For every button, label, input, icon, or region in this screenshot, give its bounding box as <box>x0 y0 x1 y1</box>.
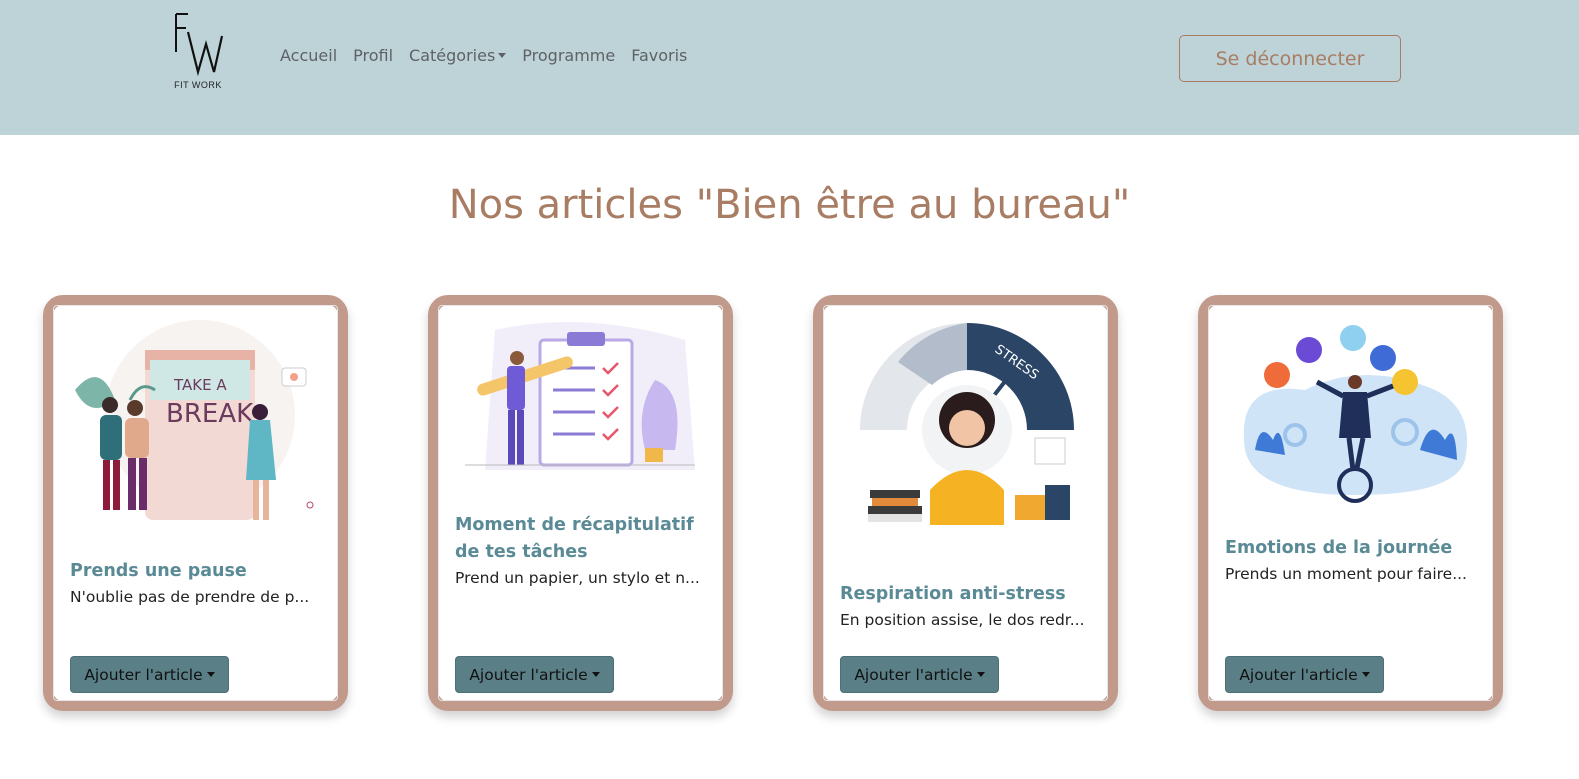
nav-categories-dropdown[interactable]: Catégories <box>409 46 507 65</box>
nav-categories-label: Catégories <box>409 46 496 65</box>
add-article-label: Ajouter l'article <box>84 665 203 684</box>
card-inner: Emotions de la journée Prends un moment … <box>1208 305 1493 701</box>
take-a-break-illustration: TAKE A BREAK <box>70 320 324 530</box>
add-article-button[interactable]: Ajouter l'article <box>70 656 229 693</box>
card-text: En position assise, le dos redr... <box>840 611 1085 629</box>
card-inner: Moment de récapitulatif de tes tâches Pr… <box>438 305 723 701</box>
card-body: Respiration anti-stress En position assi… <box>840 581 1098 632</box>
nav-favoris[interactable]: Favoris <box>631 46 687 65</box>
logout-button[interactable]: Se déconnecter <box>1179 35 1401 82</box>
caret-down-icon <box>976 672 985 677</box>
article-card: STRESS Respiration anti-stress En positi… <box>813 295 1118 711</box>
svg-text:BREAK: BREAK <box>166 399 254 429</box>
article-card: Moment de récapitulatif de tes tâches Pr… <box>428 295 733 711</box>
article-card: TAKE A BREAK Prends une pause N'oublie p… <box>43 295 348 711</box>
card-body: Emotions de la journée Prends un moment … <box>1225 535 1483 586</box>
nav-profil[interactable]: Profil <box>353 46 393 65</box>
add-article-button[interactable]: Ajouter l'article <box>455 656 614 693</box>
card-title[interactable]: Emotions de la journée <box>1225 535 1483 562</box>
add-article-label: Ajouter l'article <box>469 665 588 684</box>
caret-down-icon <box>591 672 600 677</box>
card-title[interactable]: Respiration anti-stress <box>840 581 1098 608</box>
nav-programme[interactable]: Programme <box>522 46 615 65</box>
caret-down-icon <box>1361 672 1370 677</box>
card-body: Moment de récapitulatif de tes tâches Pr… <box>455 512 713 590</box>
add-article-label: Ajouter l'article <box>854 665 973 684</box>
caret-down-icon <box>206 672 215 677</box>
navbar: FIT WORK Accueil Profil Catégories Progr… <box>0 0 1579 135</box>
brand-logo[interactable]: FIT WORK <box>168 10 228 94</box>
add-article-button[interactable]: Ajouter l'article <box>1225 656 1384 693</box>
article-card: Emotions de la journée Prends un moment … <box>1198 295 1503 711</box>
caret-down-icon <box>498 53 507 58</box>
task-checklist-illustration <box>455 320 709 530</box>
svg-text:TAKE A: TAKE A <box>173 376 227 394</box>
card-title[interactable]: Moment de récapitulatif de tes tâches <box>455 512 713 566</box>
card-inner: STRESS Respiration anti-stress En positi… <box>823 305 1108 701</box>
nav-accueil[interactable]: Accueil <box>280 46 337 65</box>
page-title: Nos articles "Bien être au bureau" <box>448 182 1131 228</box>
brand-text: FIT WORK <box>174 80 222 90</box>
add-article-button[interactable]: Ajouter l'article <box>840 656 999 693</box>
card-title[interactable]: Prends une pause <box>70 558 328 585</box>
main-nav: Accueil Profil Catégories Programme Favo… <box>280 46 703 65</box>
stress-gauge-illustration: STRESS <box>840 320 1094 530</box>
card-body: Prends une pause N'oublie pas de prendre… <box>70 558 328 609</box>
card-text: N'oublie pas de prendre de p... <box>70 588 310 606</box>
card-text: Prend un papier, un stylo et n... <box>455 569 700 587</box>
add-article-label: Ajouter l'article <box>1239 665 1358 684</box>
card-text: Prends un moment pour faire... <box>1225 565 1467 583</box>
card-inner: TAKE A BREAK Prends une pause N'oublie p… <box>53 305 338 701</box>
juggling-emotions-illustration <box>1225 320 1479 530</box>
